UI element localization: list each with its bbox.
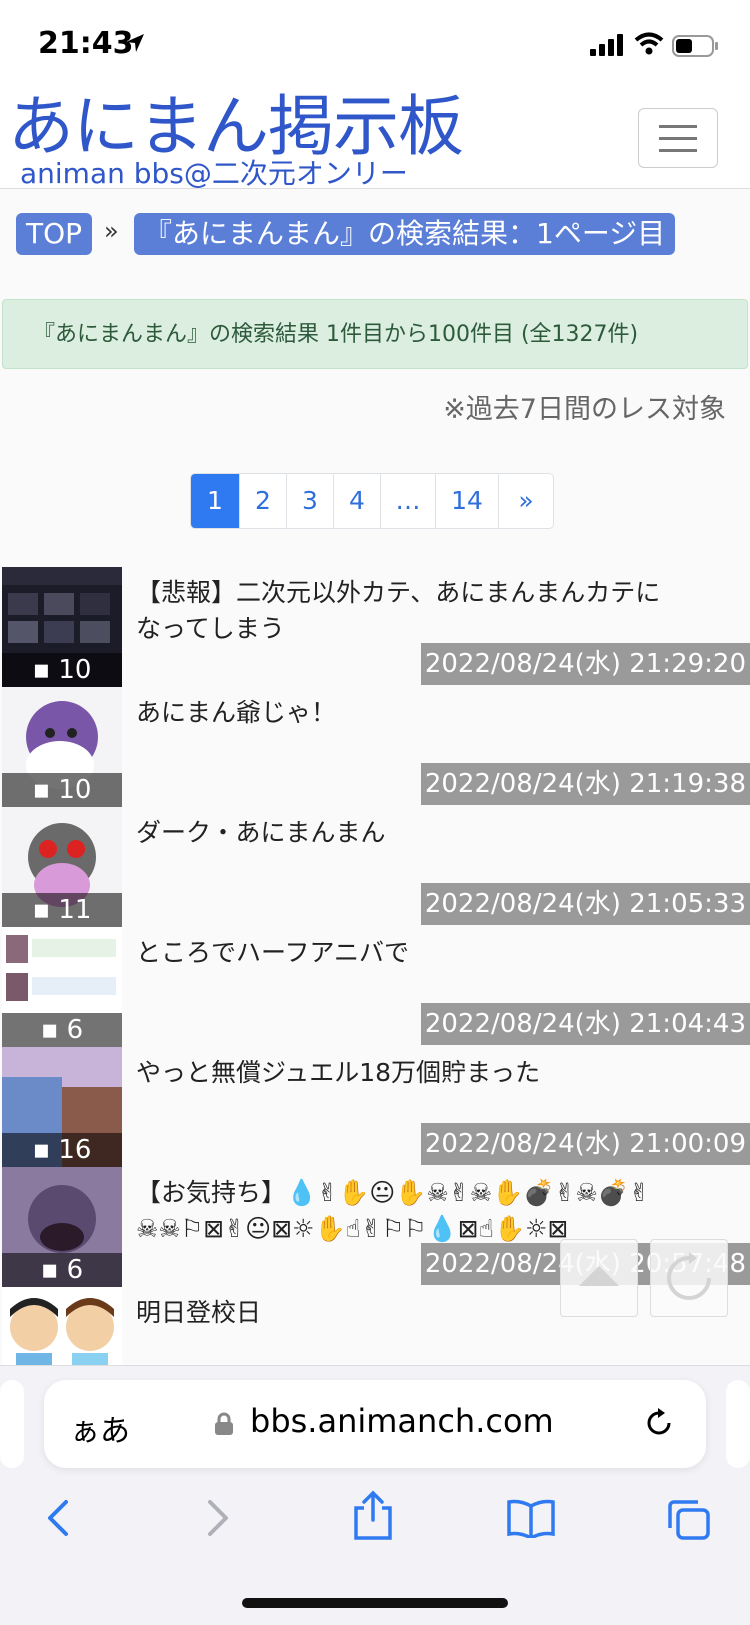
thread-timestamp: 2022/08/24(水) 21:00:09: [420, 1123, 750, 1165]
breadcrumb-current[interactable]: 『あにまんまん』の検索結果：1ページ目: [134, 213, 676, 255]
home-indicator: [242, 1598, 508, 1608]
battery-icon: [672, 35, 718, 57]
next-tab-card[interactable]: [726, 1380, 750, 1468]
bookmarks-icon[interactable]: [506, 1498, 556, 1538]
comment-icon: ▪: [32, 775, 59, 805]
page-link-1[interactable]: 1: [191, 474, 239, 528]
thread-title[interactable]: 【お気持ち】💧✌✋😐✋☠✌☠✋💣✌☠💣✌☠☠⚐⊠✌😐⊠☼✋☝✌⚐⚐💧⊠☝✋☼⊠: [136, 1175, 676, 1247]
page-next-icon[interactable]: »: [498, 474, 553, 528]
browser-toolbar: ぁあ bbs.animanch.com: [0, 1365, 750, 1625]
page-link-4[interactable]: 4: [333, 474, 380, 528]
thread-row[interactable]: ▪ 16 やっと無償ジュエル18万個貯まった 2022/08/24(水) 21:…: [0, 1047, 750, 1167]
thread-timestamp: 2022/08/24(水) 21:04:43: [420, 1003, 750, 1045]
thread-title[interactable]: ダーク・あにまんまん: [136, 815, 676, 851]
cell-signal-icon: [590, 34, 623, 56]
thread-thumbnail: ▪ 11: [2, 807, 122, 927]
thread-thumbnail: ▪ 10: [2, 567, 122, 687]
thread-timestamp: 2022/08/24(水) 21:29:20: [420, 643, 750, 685]
wifi-icon: [634, 32, 664, 55]
comment-icon: ▪: [32, 895, 59, 925]
breadcrumb-separator: »: [104, 217, 119, 245]
thread-timestamp: 2022/08/24(水) 21:05:33: [420, 883, 750, 925]
tabs-icon[interactable]: [666, 1498, 712, 1542]
thread-timestamp: 2022/08/24(水) 21:19:38: [420, 763, 750, 805]
status-time: 21:43: [38, 26, 134, 61]
refresh-button[interactable]: [650, 1239, 728, 1317]
thread-row[interactable]: ▪ 11 ダーク・あにまんまん 2022/08/24(水) 21:05:33: [0, 807, 750, 927]
comment-count: ▪ 10: [2, 653, 122, 687]
menu-toggle-button[interactable]: [638, 108, 718, 168]
thread-thumbnail: ▪ 10: [2, 687, 122, 807]
lock-icon: [215, 1412, 233, 1435]
address-bar[interactable]: ぁあ bbs.animanch.com: [44, 1380, 706, 1468]
thread-thumbnail: ▪ 6: [2, 1167, 122, 1287]
page-link-2[interactable]: 2: [239, 474, 286, 528]
thread-thumbnail: ▪ 16: [2, 1047, 122, 1167]
thread-thumbnail: ▪ 6: [2, 927, 122, 1047]
comment-icon: ▪: [40, 1255, 67, 1285]
comment-icon: ▪: [32, 655, 59, 685]
thread-title[interactable]: やっと無償ジュエル18万個貯まった: [136, 1055, 676, 1091]
refresh-icon: [667, 1252, 711, 1300]
scroll-top-button[interactable]: [560, 1239, 638, 1317]
forward-icon[interactable]: [202, 1498, 232, 1538]
text-size-button[interactable]: ぁあ: [70, 1406, 130, 1450]
comment-count: ▪ 16: [2, 1133, 122, 1167]
comment-count: ▪ 10: [2, 773, 122, 807]
thread-title[interactable]: ところでハーフアニバで: [136, 935, 676, 971]
comment-count: ▪ 6: [2, 1013, 122, 1047]
site-subtitle: animan bbs@二次元オンリー: [20, 157, 408, 190]
main-content: TOP » 『あにまんまん』の検索結果：1ページ目 『あにまんまん』の検索結果 …: [0, 188, 750, 1366]
thread-row[interactable]: ▪ 10 あにまん爺じゃ！ 2022/08/24(水) 21:19:38: [0, 687, 750, 807]
hamburger-icon: [659, 125, 697, 128]
comment-count: ▪ 6: [2, 1253, 122, 1287]
thread-row[interactable]: ▪ 10 【悲報】二次元以外カテ、あにまんまんカテになってしまう 2022/08…: [0, 567, 750, 687]
page-ellipsis: …: [380, 474, 435, 528]
back-icon[interactable]: [44, 1498, 74, 1538]
pagination: 1 2 3 4 … 14 »: [190, 473, 554, 529]
comment-icon: ▪: [40, 1015, 67, 1045]
breadcrumb-top[interactable]: TOP: [16, 213, 93, 255]
search-result-alert: 『あにまんまん』の検索結果 1件目から100件目 (全1327件): [2, 299, 748, 369]
thread-title[interactable]: 【悲報】二次元以外カテ、あにまんまんカテになってしまう: [136, 575, 676, 647]
reload-icon[interactable]: [642, 1406, 676, 1440]
thread-title[interactable]: あにまん爺じゃ！: [136, 695, 676, 731]
location-arrow-icon: [126, 34, 144, 52]
page-link-14[interactable]: 14: [435, 474, 498, 528]
prev-tab-card[interactable]: [0, 1380, 24, 1468]
page-link-3[interactable]: 3: [286, 474, 333, 528]
triangle-up-icon: [579, 1266, 619, 1286]
share-icon[interactable]: [352, 1490, 394, 1542]
thread-thumbnail: [2, 1287, 122, 1366]
search-scope-note: ※過去7日間のレス対象: [443, 394, 726, 425]
thread-row[interactable]: ▪ 6 ところでハーフアニバで 2022/08/24(水) 21:04:43: [0, 927, 750, 1047]
url-text[interactable]: bbs.animanch.com: [250, 1402, 554, 1440]
status-bar: 21:43: [0, 0, 750, 92]
site-header: あにまん掲示板 animan bbs@二次元オンリー: [0, 92, 750, 190]
comment-icon: ▪: [32, 1135, 59, 1165]
comment-count: ▪ 11: [2, 893, 122, 927]
